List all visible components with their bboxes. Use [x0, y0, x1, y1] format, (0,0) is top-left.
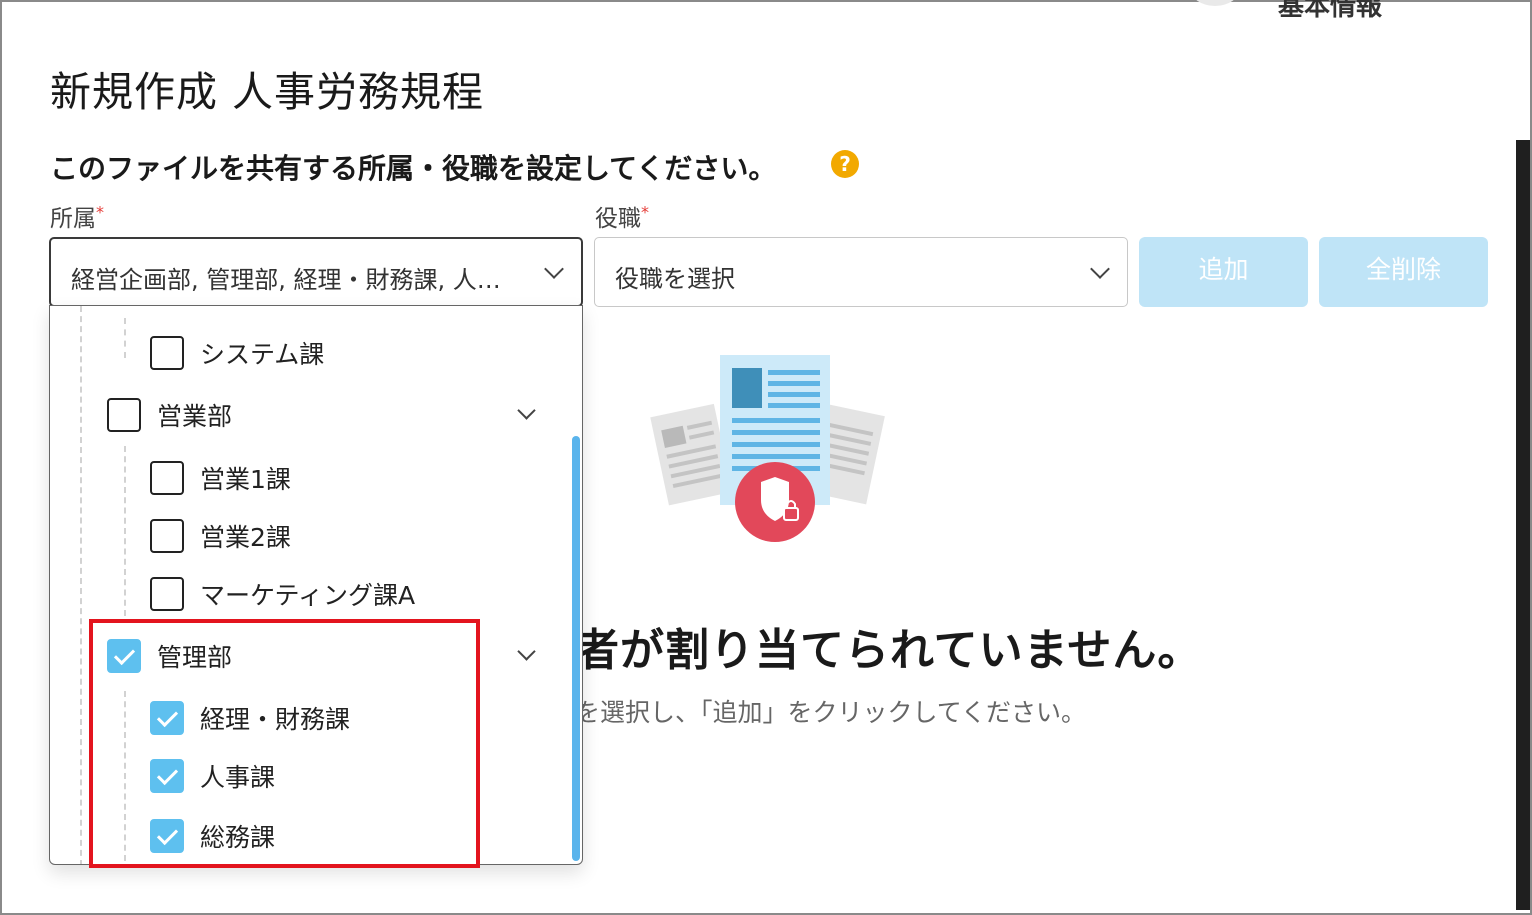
- shared-documents-illustration: [650, 355, 885, 542]
- checkbox[interactable]: [150, 336, 184, 370]
- add-button[interactable]: 追加: [1139, 237, 1308, 307]
- chevron-down-icon[interactable]: [517, 642, 536, 661]
- chevron-down-icon[interactable]: [517, 401, 536, 420]
- role-select-placeholder: 役職を選択: [615, 265, 735, 293]
- department-select-value: 経営企画部, 管理部, 経理・財務課, 人…: [71, 266, 501, 294]
- dropdown-option[interactable]: 営業部: [107, 395, 232, 435]
- dropdown-option[interactable]: 営業2課: [150, 516, 291, 556]
- checkbox[interactable]: [107, 398, 141, 432]
- tree-guide-line: [80, 306, 82, 864]
- clear-all-button[interactable]: 全削除: [1319, 237, 1488, 307]
- option-label: 営業1課: [200, 465, 291, 494]
- option-label: 営業部: [157, 402, 233, 431]
- page-scrollbar[interactable]: [1516, 140, 1530, 910]
- tree-guide-line: [124, 318, 126, 358]
- tree-guide-line: [124, 446, 126, 616]
- option-label: システム課: [200, 340, 325, 369]
- page-title: 新規作成 人事労務規程: [50, 68, 485, 116]
- dropdown-option[interactable]: システム課: [150, 333, 324, 373]
- option-label: 営業2課: [200, 523, 291, 552]
- department-select[interactable]: 経営企画部, 管理部, 経理・財務課, 人…: [49, 237, 583, 307]
- dropdown-option[interactable]: マーケティング課A: [150, 574, 415, 614]
- checkbox[interactable]: [150, 519, 184, 553]
- instruction-text: このファイルを共有する所属・役職を設定してください。: [50, 152, 777, 185]
- department-label: 所属*: [50, 202, 104, 232]
- empty-state-title: 者が割り当てられていません。: [575, 625, 1203, 676]
- option-label: マーケティング課A: [200, 581, 416, 610]
- checkbox[interactable]: [150, 577, 184, 611]
- chevron-down-icon: [544, 259, 564, 279]
- empty-state-subtitle: を選択し、「追加」をクリックしてください。: [575, 698, 1087, 727]
- checkbox[interactable]: [150, 461, 184, 495]
- role-label: 役職*: [595, 202, 649, 232]
- dropdown-option[interactable]: 営業1課: [150, 458, 291, 498]
- dropdown-scrollbar[interactable]: [572, 436, 580, 861]
- question-icon[interactable]: ?: [831, 150, 859, 178]
- highlight-box: [89, 619, 480, 868]
- role-select[interactable]: 役職を選択: [594, 237, 1128, 307]
- chevron-down-icon: [1090, 259, 1110, 279]
- tab-basic-info[interactable]: 基本情報: [1278, 0, 1382, 23]
